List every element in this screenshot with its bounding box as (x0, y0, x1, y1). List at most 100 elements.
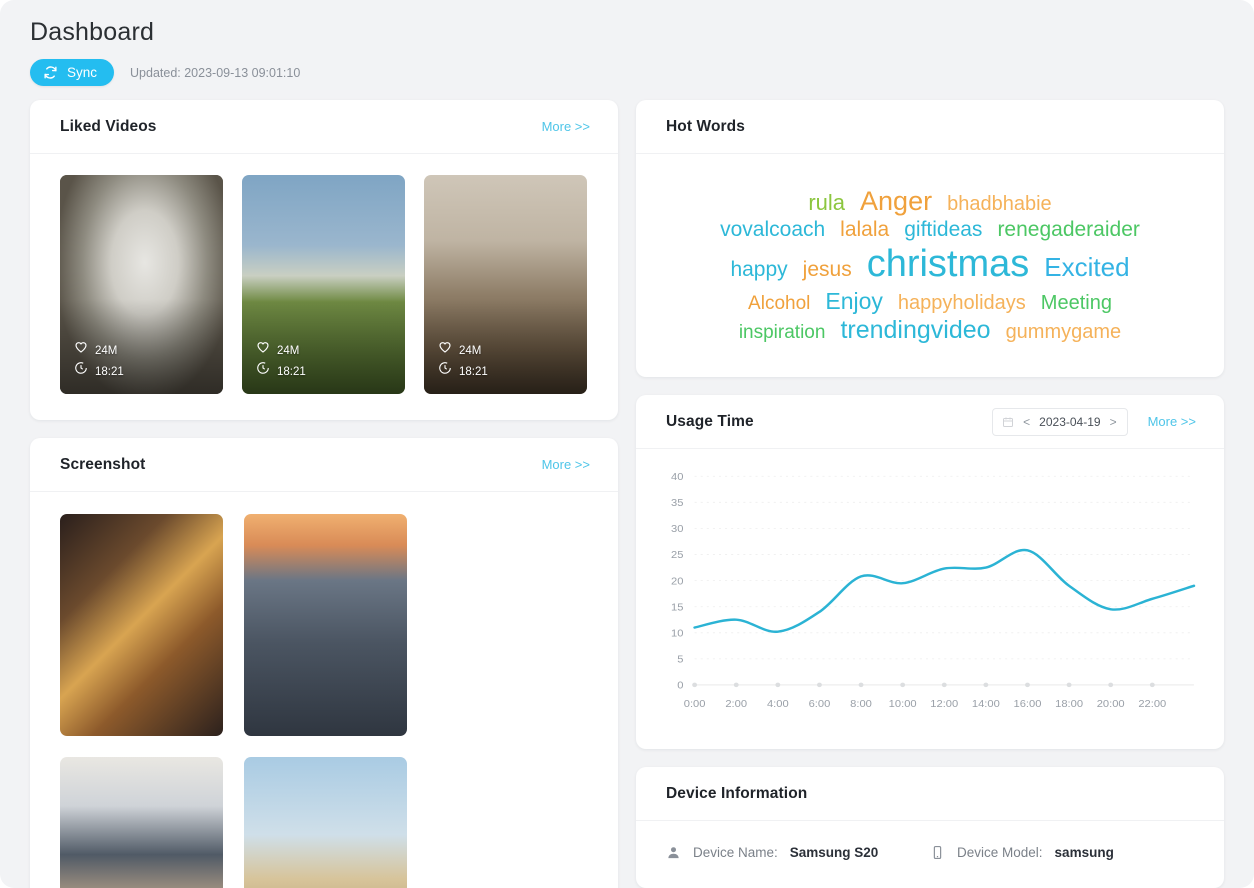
date-next-button[interactable]: > (1109, 415, 1118, 429)
video-likes-value: 24M (459, 344, 482, 357)
screenshot-item[interactable] (60, 514, 223, 736)
phone-icon (930, 845, 945, 860)
svg-text:0:00: 0:00 (684, 699, 706, 710)
dashboard-columns: Liked Videos More >> 24M 18:21 24M 18:21… (0, 86, 1254, 888)
heart-icon (74, 340, 88, 361)
dashboard-page: Dashboard Sync Updated: 2023-09-13 09:01… (0, 0, 1254, 888)
video-duration-value: 18:21 (277, 365, 306, 378)
heart-icon (438, 340, 452, 361)
word-cloud-term[interactable]: giftideas (904, 218, 982, 242)
word-cloud-term[interactable]: lalala (840, 218, 889, 242)
svg-text:15: 15 (671, 602, 683, 613)
svg-text:40: 40 (671, 471, 683, 482)
updated-timestamp: Updated: 2023-09-13 09:01:10 (130, 65, 301, 80)
word-cloud-term[interactable]: Alcohol (748, 293, 810, 315)
usage-line-chart: 0 5 10 15 20 25 30 35 40 0:00 2:00 4:00 6:00 8:00 10:… (671, 471, 1196, 710)
usage-time-card: Usage Time < 2023-04-19 > More >> 0 5 10… (636, 395, 1224, 749)
word-cloud-term[interactable]: renegaderaider (997, 218, 1139, 242)
date-prev-button[interactable]: < (1022, 415, 1031, 429)
word-cloud-term[interactable]: christmas (867, 243, 1030, 287)
word-cloud-row: happy jesus christmas Excited (660, 243, 1200, 287)
liked-videos-list: 24M 18:21 24M 18:21 24M 18:21 (30, 154, 618, 420)
heart-icon (256, 340, 270, 361)
svg-text:5: 5 (677, 654, 683, 665)
svg-text:2:00: 2:00 (725, 699, 747, 710)
liked-video-item[interactable]: 24M 18:21 (242, 175, 405, 394)
chart-y-axis-labels: 0 5 10 15 20 25 30 35 40 (671, 471, 683, 691)
left-column: Liked Videos More >> 24M 18:21 24M 18:21… (30, 100, 618, 888)
liked-videos-header: Liked Videos More >> (30, 100, 618, 154)
word-cloud-term[interactable]: Anger (860, 186, 932, 217)
device-information-title: Device Information (666, 784, 808, 802)
word-cloud-term[interactable]: Excited (1044, 252, 1129, 283)
screenshot-item[interactable] (244, 757, 407, 888)
word-cloud-term[interactable]: happy (730, 258, 787, 282)
chart-x-axis-labels: 0:00 2:00 4:00 6:00 8:00 10:00 12:00 14:00 16:00… (684, 699, 1167, 710)
date-picker[interactable]: < 2023-04-19 > (992, 407, 1128, 436)
device-model-label: Device Model: (957, 845, 1043, 860)
header-actions: Sync Updated: 2023-09-13 09:01:10 (30, 59, 1224, 86)
video-duration-value: 18:21 (459, 365, 488, 378)
calendar-icon (1002, 416, 1014, 428)
video-meta: 24M 18:21 (438, 340, 488, 382)
video-meta: 24M 18:21 (74, 340, 124, 382)
svg-text:12:00: 12:00 (930, 699, 958, 710)
device-information-header: Device Information (636, 767, 1224, 821)
word-cloud-row: Alcohol Enjoy happyholidays Meeting (660, 288, 1200, 315)
usage-time-more-link[interactable]: More >> (1148, 414, 1196, 429)
screenshot-card: Screenshot More >> (30, 438, 618, 888)
word-cloud-term[interactable]: Meeting (1041, 292, 1112, 315)
sync-icon (43, 65, 58, 80)
date-value: 2023-04-19 (1039, 414, 1101, 429)
video-meta: 24M 18:21 (256, 340, 306, 382)
word-cloud-row: rula Anger bhadbhabie (660, 186, 1200, 217)
sync-button-label: Sync (67, 65, 98, 80)
word-cloud-term[interactable]: jesus (803, 258, 852, 282)
page-title: Dashboard (30, 18, 155, 46)
word-cloud: rula Anger bhadbhabie vovalcoach lalala … (636, 154, 1224, 377)
hot-words-header: Hot Words (636, 100, 1224, 154)
hot-words-title: Hot Words (666, 117, 745, 135)
device-name-value: Samsung S20 (789, 845, 879, 860)
svg-text:10: 10 (671, 628, 683, 639)
screenshot-item[interactable] (244, 514, 407, 736)
watch-time-icon (438, 361, 452, 382)
word-cloud-term[interactable]: inspiration (739, 322, 826, 344)
device-model-value: samsung (1054, 845, 1114, 860)
word-cloud-term[interactable]: bhadbhabie (947, 193, 1052, 216)
chart-gridlines (694, 475, 1194, 686)
screenshot-image (60, 514, 223, 736)
watch-time-icon (256, 361, 270, 382)
svg-text:14:00: 14:00 (972, 699, 1000, 710)
svg-text:22:00: 22:00 (1138, 699, 1166, 710)
right-column: Hot Words rula Anger bhadbhabie vovalcoa… (636, 100, 1224, 888)
screenshot-more-link[interactable]: More >> (542, 457, 590, 472)
screenshot-image (244, 514, 407, 736)
hot-words-card: Hot Words rula Anger bhadbhabie vovalcoa… (636, 100, 1224, 377)
svg-text:6:00: 6:00 (809, 699, 831, 710)
word-cloud-term[interactable]: trendingvideo (840, 316, 990, 345)
word-cloud-term[interactable]: happyholidays (898, 292, 1026, 315)
svg-text:25: 25 (671, 550, 683, 561)
video-duration: 18:21 (256, 361, 306, 382)
svg-text:18:00: 18:00 (1055, 699, 1083, 710)
svg-text:20: 20 (671, 576, 683, 587)
word-cloud-term[interactable]: Enjoy (825, 288, 883, 314)
liked-videos-card: Liked Videos More >> 24M 18:21 24M 18:21… (30, 100, 618, 420)
word-cloud-term[interactable]: rula (808, 190, 845, 215)
liked-videos-more-link[interactable]: More >> (542, 119, 590, 134)
liked-video-item[interactable]: 24M 18:21 (424, 175, 587, 394)
word-cloud-row: vovalcoach lalala giftideas renegaderaid… (660, 218, 1200, 242)
word-cloud-term[interactable]: vovalcoach (720, 218, 825, 242)
device-information-card: Device Information Device Name: Samsung … (636, 767, 1224, 888)
video-duration: 18:21 (74, 361, 124, 382)
sync-button[interactable]: Sync (30, 59, 115, 86)
video-likes-value: 24M (277, 344, 300, 357)
liked-video-item[interactable]: 24M 18:21 (60, 175, 223, 394)
word-cloud-term[interactable]: gummygame (1006, 321, 1122, 344)
screenshot-item[interactable] (60, 757, 223, 888)
app-window: Dashboard Sync Updated: 2023-09-13 09:01… (0, 0, 1254, 888)
video-duration-value: 18:21 (95, 365, 124, 378)
word-cloud-row: inspiration trendingvideo gummygame (660, 316, 1200, 345)
device-name-label: Device Name: (693, 845, 778, 860)
